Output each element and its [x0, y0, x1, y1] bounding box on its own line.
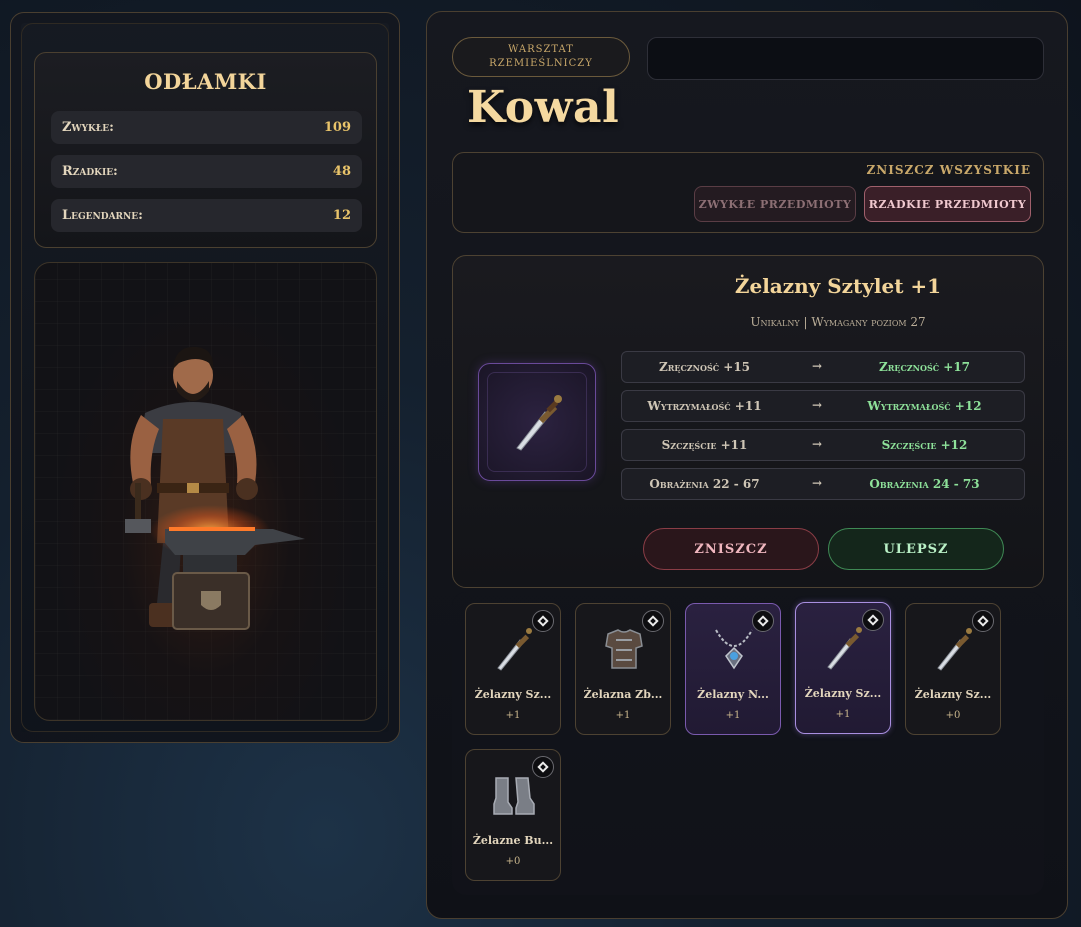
- inventory-grid: Żelazny Sz... +1 Żelazna Zb... +1 Żelazn…: [452, 592, 1044, 895]
- dagger-icon: [516, 395, 562, 451]
- item-preview: [478, 363, 596, 481]
- forge-panel: WARSZTAT RZEMIEŚLNICZY Kowal ZNISZCZ WSZ…: [426, 11, 1068, 919]
- stat-new: Wytrzymałość +12: [867, 399, 982, 413]
- stat-old: Zręczność +15: [658, 360, 751, 374]
- boots-icon: [493, 777, 535, 815]
- inventory-slot[interactable]: Żelazna Zb... +1: [575, 603, 671, 735]
- stat-new: Szczęście +12: [881, 438, 968, 452]
- slot-level: +0: [505, 856, 521, 867]
- item-meta: Unikalny | Wymagany poziom 27: [750, 315, 926, 329]
- badge-line-2: RZEMIEŚLNICZY: [489, 58, 593, 69]
- slot-level: +1: [615, 710, 631, 721]
- inventory-slot[interactable]: Żelazne Bu... +0: [465, 749, 561, 881]
- necklace-icon: [715, 629, 753, 670]
- stat-row: Obrażenia 22 - 67 → Obrażenia 24 - 73: [621, 468, 1025, 500]
- shard-value: 48: [332, 164, 351, 179]
- shard-label: Legendarne:: [62, 208, 143, 223]
- shards-title: ODŁAMKI: [144, 69, 267, 94]
- stat-new: Obrażenia 24 - 73: [869, 477, 980, 491]
- item-name: Żelazny Sztylet +1: [734, 274, 942, 298]
- shard-row-common: Zwykłe: 109: [51, 111, 362, 144]
- workshop-badge: WARSZTAT RZEMIEŚLNICZY: [452, 37, 630, 77]
- inventory-slot[interactable]: Żelazny Sz... +0: [905, 603, 1001, 735]
- destroy-all-panel: ZNISZCZ WSZYSTKIE ZWYKŁE PRZEDMIOTY RZAD…: [452, 152, 1044, 233]
- slot-name: Żelazny Sz...: [474, 688, 552, 701]
- stat-row: Szczęście +11 → Szczęście +12: [621, 429, 1025, 461]
- shard-label: Zwykłe:: [62, 120, 114, 135]
- destroy-rare-items-button[interactable]: RZADKIE PRZEDMIOTY: [864, 186, 1031, 222]
- destroy-common-items-button[interactable]: ZWYKŁE PRZEDMIOTY: [694, 186, 856, 222]
- shards-panel: ODŁAMKI Zwykłe: 109 Rzadkie: 48 Legendar…: [34, 52, 377, 248]
- slot-name: Żelazne Bu...: [472, 834, 554, 847]
- stat-arrow: →: [812, 437, 823, 451]
- item-detail-panel: Żelazny Sztylet +1 Unikalny | Wymagany p…: [452, 255, 1044, 588]
- shard-row-rare: Rzadkie: 48: [51, 155, 362, 188]
- stat-arrow: →: [812, 398, 823, 412]
- dagger-icon: [497, 628, 532, 671]
- inventory-slot[interactable]: Żelazny Sz... +1: [465, 603, 561, 735]
- shard-row-legendary: Legendarne: 12: [51, 199, 362, 232]
- armor-icon: [605, 629, 643, 669]
- badge-line-1: WARSZTAT: [508, 44, 574, 55]
- slot-level: +1: [725, 710, 741, 721]
- destroy-all-label: ZNISZCZ WSZYSTKIE: [866, 163, 1031, 177]
- page-title: Kowal: [467, 82, 620, 133]
- stat-old: Obrażenia 22 - 67: [649, 477, 760, 491]
- inventory-slot-selected[interactable]: Żelazny Sz... +1: [795, 602, 891, 734]
- blacksmith-portrait: [34, 262, 377, 721]
- top-empty-bar: [647, 37, 1044, 80]
- slot-name: Żelazny Sz...: [804, 687, 882, 700]
- shard-value: 12: [332, 208, 351, 223]
- upgrade-button[interactable]: ULEPSZ: [828, 528, 1004, 570]
- stat-arrow: →: [812, 359, 823, 373]
- slot-name: Żelazny N...: [697, 688, 769, 701]
- slot-level: +0: [945, 710, 961, 721]
- slot-level: +1: [505, 710, 521, 721]
- stat-arrow: →: [812, 476, 823, 490]
- destroy-button[interactable]: ZNISZCZ: [643, 528, 819, 570]
- stat-new: Zręczność +17: [878, 360, 971, 374]
- shard-value: 109: [323, 120, 351, 135]
- stat-row: Wytrzymałość +11 → Wytrzymałość +12: [621, 390, 1025, 422]
- slot-level: +1: [835, 709, 851, 720]
- inventory-slot[interactable]: Żelazny N... +1: [685, 603, 781, 735]
- stat-old: Wytrzymałość +11: [647, 399, 762, 413]
- stat-old: Szczęście +11: [661, 438, 748, 452]
- dagger-icon: [827, 627, 862, 670]
- slot-name: Żelazny Sz...: [914, 688, 992, 701]
- slot-name: Żelazna Zb...: [583, 688, 663, 701]
- stat-row: Zręczność +15 → Zręczność +17: [621, 351, 1025, 383]
- shard-label: Rzadkie:: [62, 164, 118, 179]
- blacksmith-illustration: [125, 346, 305, 630]
- left-panel: ODŁAMKI Zwykłe: 109 Rzadkie: 48 Legendar…: [10, 12, 400, 743]
- dagger-icon: [937, 628, 972, 671]
